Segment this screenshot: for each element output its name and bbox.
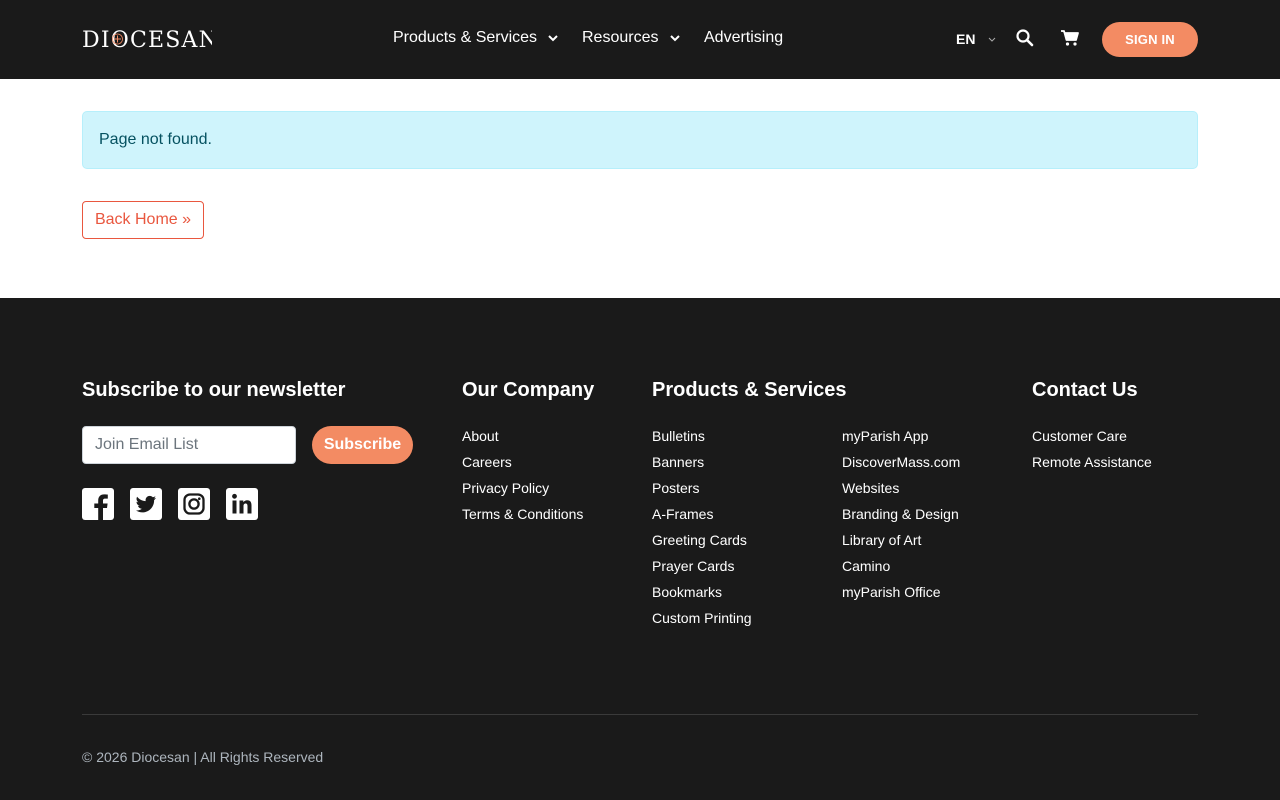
nav-advertising-label: Advertising	[704, 29, 784, 46]
products-heading: Products & Services	[652, 379, 847, 401]
footer-link-bulletins[interactable]: Bulletins	[652, 428, 705, 444]
chevron-down-icon	[989, 37, 996, 42]
footer-link-a-frames[interactable]: A-Frames	[652, 506, 713, 522]
contact-heading: Contact Us	[1032, 379, 1138, 401]
language-selector[interactable]: EN	[956, 31, 996, 47]
footer-link-greeting-cards[interactable]: Greeting Cards	[652, 532, 747, 548]
footer-link-remote-assistance[interactable]: Remote Assistance	[1032, 454, 1152, 470]
twitter-icon[interactable]	[130, 488, 162, 520]
facebook-icon[interactable]	[82, 488, 114, 520]
logo-mark: DIOCESAN	[82, 28, 212, 51]
logo[interactable]: DIOCESAN	[82, 27, 212, 51]
footer-link-myparish-office[interactable]: myParish Office	[842, 584, 941, 600]
footer-link-customer-care[interactable]: Customer Care	[1032, 428, 1127, 444]
footer-divider	[82, 714, 1198, 715]
page-not-found-alert: Page not found.	[82, 111, 1198, 169]
chevron-down-icon	[670, 35, 681, 42]
footer-link-custom-printing[interactable]: Custom Printing	[652, 610, 752, 626]
linkedin-icon[interactable]	[226, 488, 258, 520]
footer-link-privacy-policy[interactable]: Privacy Policy	[462, 480, 549, 496]
footer-link-camino[interactable]: Camino	[842, 558, 890, 574]
footer-link-posters[interactable]: Posters	[652, 480, 699, 496]
email-input[interactable]	[82, 426, 296, 464]
copyright-text: © 2026 Diocesan | All Rights Reserved	[82, 749, 324, 765]
footer-link-discovermass[interactable]: DiscoverMass.com	[842, 454, 960, 470]
nav-resources[interactable]: Resources	[582, 29, 682, 47]
sign-in-button[interactable]: SIGN IN	[1102, 22, 1198, 57]
site-footer: Subscribe to our newsletter Subscribe Ou…	[0, 298, 1280, 800]
instagram-icon[interactable]	[178, 488, 210, 520]
footer-link-careers[interactable]: Careers	[462, 454, 512, 470]
chevron-down-icon	[548, 35, 558, 42]
nav-products-services-label: Products & Services	[393, 29, 538, 46]
footer-link-banners[interactable]: Banners	[652, 454, 704, 470]
company-heading: Our Company	[462, 379, 595, 401]
footer-link-bookmarks[interactable]: Bookmarks	[652, 584, 722, 600]
language-label: EN	[956, 31, 976, 47]
footer-link-terms[interactable]: Terms & Conditions	[462, 506, 583, 522]
footer-link-about[interactable]: About	[462, 428, 499, 444]
search-icon[interactable]	[1015, 28, 1035, 48]
footer-link-branding-design[interactable]: Branding & Design	[842, 506, 959, 522]
nav-resources-label: Resources	[582, 29, 659, 46]
footer-link-myparish-app[interactable]: myParish App	[842, 428, 928, 444]
nav-products-services[interactable]: Products & Services	[393, 29, 560, 47]
footer-link-websites[interactable]: Websites	[842, 480, 899, 496]
back-home-button[interactable]: Back Home »	[82, 201, 204, 239]
footer-link-prayer-cards[interactable]: Prayer Cards	[652, 558, 734, 574]
newsletter-heading: Subscribe to our newsletter	[82, 379, 346, 401]
cart-icon[interactable]	[1060, 28, 1080, 48]
footer-link-library-of-art[interactable]: Library of Art	[842, 532, 921, 548]
logo-wordmark: DIOCESAN	[82, 28, 212, 51]
subscribe-button[interactable]: Subscribe	[312, 426, 413, 464]
alert-text: Page not found.	[99, 131, 212, 148]
site-header: DIOCESAN Products & Services Resources A…	[0, 0, 1280, 79]
nav-advertising[interactable]: Advertising	[704, 29, 783, 47]
